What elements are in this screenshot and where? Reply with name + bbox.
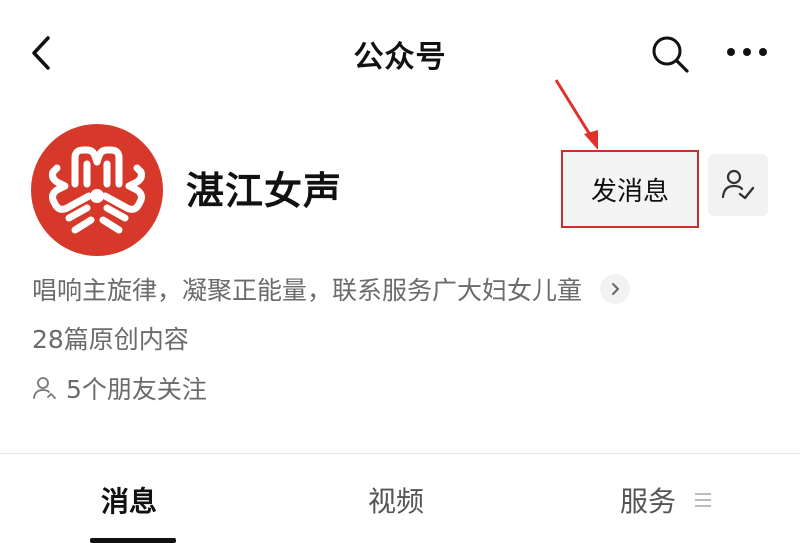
chevron-right-icon [612,283,620,295]
expand-description-button[interactable] [600,274,631,304]
top-bar: 公众号 [0,0,800,110]
content-tabs: 消息 视频 服务 [0,454,800,543]
follow-button[interactable] [708,154,768,216]
annotation-arrow-icon [554,79,598,150]
account-description: 唱响主旋律，凝聚正能量，联系服务广大妇女儿童 [32,276,583,305]
more-dots-icon [727,48,767,56]
send-message-button[interactable]: 发消息 [561,150,699,228]
original-content-count: 28篇原创内容 [32,325,189,354]
account-profile: 湛江女声 发消息 唱响主旋律，凝聚正能量，联系服务广大妇女儿童 28篇原创内容 … [0,79,800,450]
search-button[interactable] [648,32,692,76]
account-description-row[interactable]: 唱响主旋律，凝聚正能量，联系服务广大妇女儿童 [32,270,631,308]
friends-following-text: 5个朋友关注 [66,375,207,404]
user-outline-icon [33,377,56,399]
account-logo [31,124,163,256]
active-tab-indicator [90,538,176,543]
menu-lines-icon [695,493,711,507]
tab-messages[interactable]: 消息 [101,480,157,520]
tab-videos[interactable]: 视频 [368,480,424,520]
search-icon [652,36,689,73]
more-button[interactable] [722,40,772,64]
friends-following-row[interactable]: 5个朋友关注 [32,370,207,406]
user-check-icon [721,169,755,200]
account-name: 湛江女声 [186,169,343,213]
tab-services[interactable]: 服务 [620,480,676,520]
women-federation-logo-icon [49,146,145,234]
